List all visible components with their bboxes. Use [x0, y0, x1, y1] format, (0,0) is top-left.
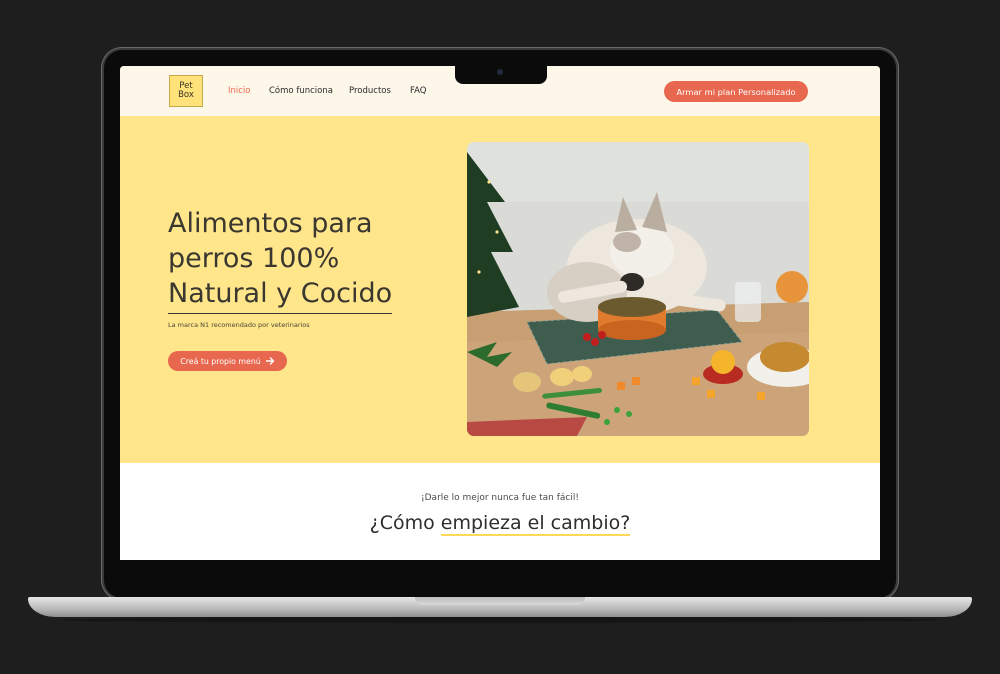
arrow-right-icon [265, 357, 274, 365]
section-title-highlight: empieza el cambio? [440, 512, 631, 536]
section-kicker: ¡Darle lo mejor nunca fue tan fácil! [421, 493, 579, 503]
nav-link-inicio[interactable]: Inicio [228, 86, 251, 96]
hero-dog-photo [467, 142, 809, 436]
camera-icon [497, 69, 503, 75]
logo-line2: Box [178, 90, 194, 100]
nav-link-productos[interactable]: Productos [349, 86, 391, 96]
nav-link-como-funciona[interactable]: Cómo funciona [269, 86, 333, 96]
hero-title-line2: perros 100% [168, 243, 340, 274]
dog-eating-illustration [467, 142, 809, 436]
section-title-pre: ¿Cómo [369, 512, 441, 534]
hero-section: Alimentos para perros 100% Natural y Coc… [120, 116, 880, 463]
hero-title-line1: Alimentos para [168, 208, 373, 239]
how-it-works-section: ¡Darle lo mejor nunca fue tan fácil! ¿Có… [120, 463, 880, 560]
hero-title: Alimentos para perros 100% Natural y Coc… [168, 206, 428, 314]
hero-subtitle: La marca N1 recomendado por veterinarios [168, 321, 310, 329]
laptop-base-groove [415, 597, 585, 605]
create-menu-button-label: Creá tu propio menú [180, 356, 261, 366]
personalized-plan-button[interactable]: Armar mi plan Personalizado [664, 81, 808, 102]
laptop-screen: Pet Box Inicio Cómo funciona Productos F… [120, 66, 880, 560]
hero-title-line3: Natural y Cocido [168, 276, 393, 314]
laptop-shadow [60, 617, 940, 623]
nav-link-faq[interactable]: FAQ [410, 86, 426, 96]
petbox-logo[interactable]: Pet Box [169, 75, 203, 107]
section-title: ¿Cómo empieza el cambio? [120, 512, 880, 536]
create-menu-button[interactable]: Creá tu propio menú [168, 351, 287, 371]
